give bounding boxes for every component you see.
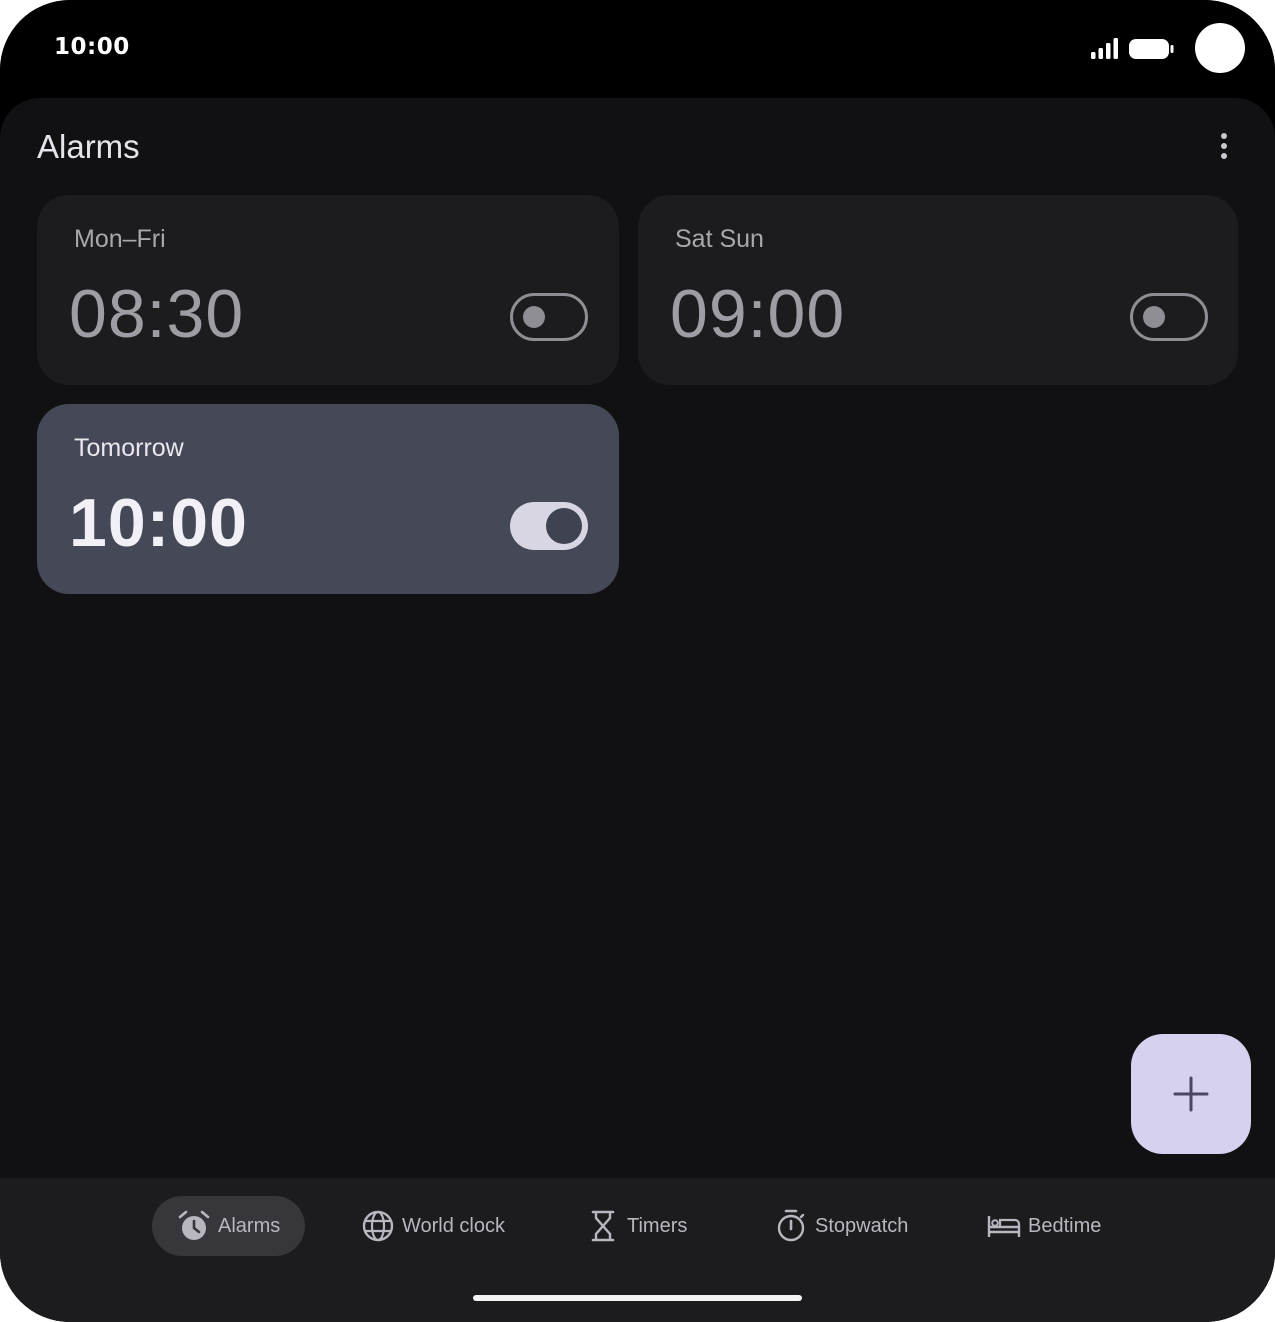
device-frame: 10:00 Alarms Mon–Fri 08:30 Sat Sun 09:00… [0,0,1275,1322]
alarm-card-weekend[interactable]: Sat Sun 09:00 [638,195,1238,385]
alarm-time[interactable]: 08:30 [69,275,244,353]
nav-item-world-clock[interactable]: World clock [360,1196,505,1256]
toggle-knob [523,306,545,328]
status-bar: 10:00 [0,0,1275,98]
nav-label: World clock [402,1214,505,1237]
toggle-knob [1143,306,1165,328]
alarm-clock-icon [178,1210,210,1240]
stopwatch-icon [777,1209,805,1242]
bottom-navigation: Alarms World clock Timers Stopwatch Bedt… [0,1178,1275,1322]
alarm-toggle[interactable] [510,293,588,341]
alarm-days-label: Tomorrow [74,434,184,462]
cellular-signal-icon [1091,38,1118,59]
front-camera [1195,23,1245,73]
alarm-days-label: Sat Sun [675,225,764,253]
status-time: 10:00 [54,34,130,60]
alarm-toggle[interactable] [510,502,588,550]
more-options-icon[interactable] [1204,126,1244,166]
alarm-time[interactable]: 09:00 [670,275,845,353]
nav-label: Bedtime [1028,1214,1102,1237]
nav-label: Stopwatch [815,1214,909,1237]
plus-icon [1173,1076,1209,1112]
hourglass-icon [591,1210,615,1242]
alarm-card-tomorrow[interactable]: Tomorrow 10:00 [37,404,619,594]
alarm-time[interactable]: 10:00 [69,484,248,562]
alarm-days-label: Mon–Fri [74,225,166,253]
nav-item-bedtime[interactable]: Bedtime [986,1196,1101,1256]
battery-icon [1129,39,1174,59]
nav-label: Alarms [218,1214,281,1237]
nav-item-timers[interactable]: Timers [585,1196,687,1256]
alarm-toggle[interactable] [1130,293,1208,341]
alarm-card-weekdays[interactable]: Mon–Fri 08:30 [37,195,619,385]
globe-icon [362,1210,394,1242]
app-surface: Alarms Mon–Fri 08:30 Sat Sun 09:00 Tomor… [0,98,1275,1322]
toggle-knob [546,508,582,544]
page-title: Alarms [37,128,140,165]
add-alarm-button[interactable] [1131,1034,1251,1154]
home-indicator[interactable] [473,1295,802,1301]
nav-item-stopwatch[interactable]: Stopwatch [773,1196,908,1256]
nav-item-alarms[interactable]: Alarms [152,1196,305,1256]
nav-label: Timers [627,1214,688,1237]
bed-icon [987,1216,1021,1237]
